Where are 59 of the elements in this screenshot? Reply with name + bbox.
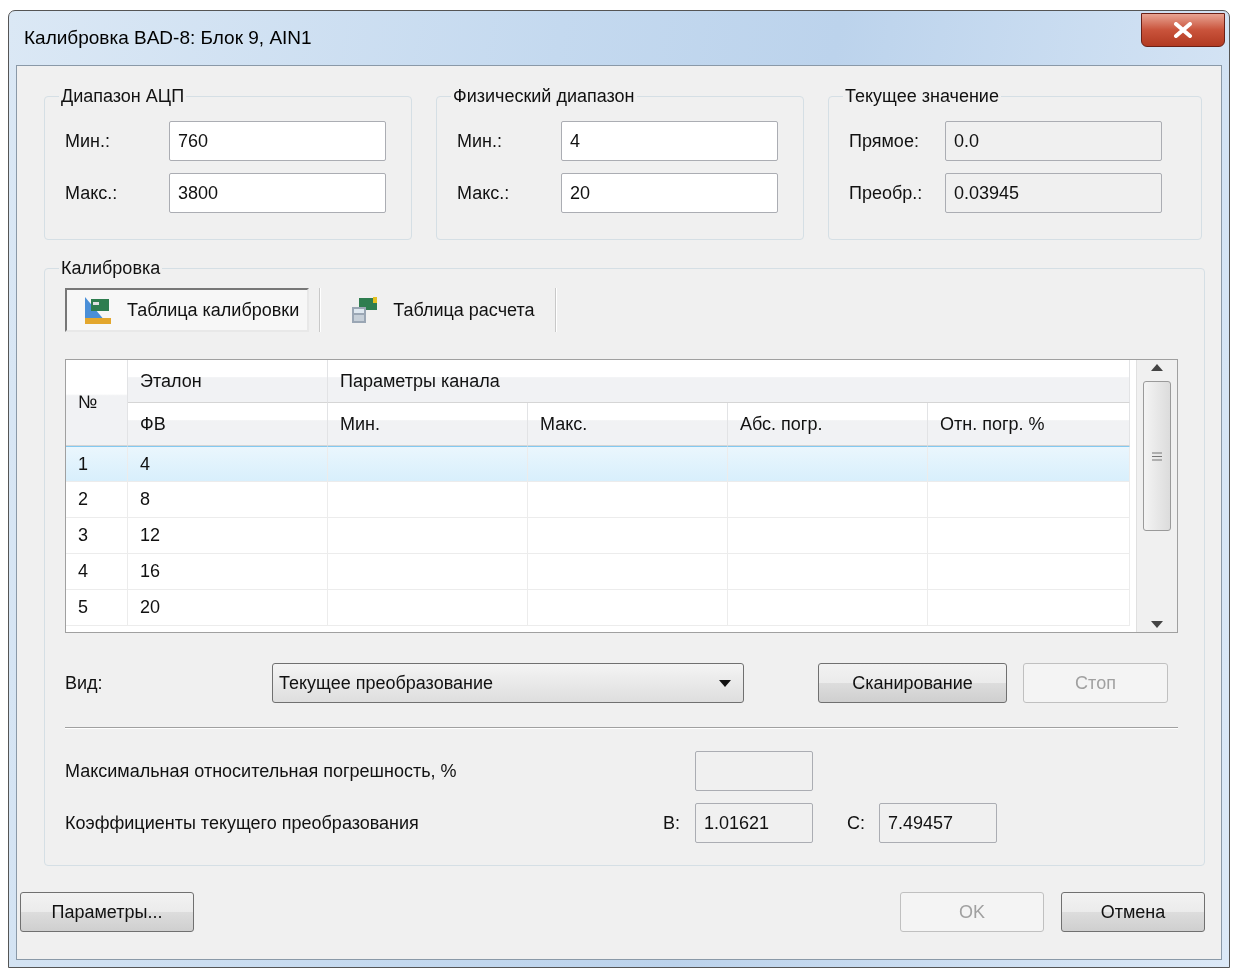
- group-title: Физический диапазон: [452, 86, 636, 107]
- calculator-board-icon: [349, 295, 380, 325]
- input-field[interactable]: 3800: [169, 173, 386, 213]
- input-field[interactable]: 760: [169, 121, 386, 161]
- coefficient-label: B:: [663, 812, 681, 834]
- scroll-up-arrow-icon[interactable]: [1151, 364, 1163, 371]
- view-dropdown[interactable]: Текущее преобразование: [272, 663, 744, 703]
- column-header[interactable]: ФВ: [128, 403, 328, 446]
- field-label: Мин.:: [457, 130, 503, 152]
- tab[interactable]: Таблица расчета: [331, 288, 545, 332]
- group-title: Калибровка: [60, 258, 162, 279]
- column-header[interactable]: Отн. погр. %: [928, 403, 1130, 446]
- table-cell: 2: [66, 482, 128, 518]
- column-header[interactable]: Макс.: [528, 403, 728, 446]
- group-title: Диапазон АЦП: [60, 86, 186, 107]
- field-label: Макс.:: [457, 182, 511, 204]
- close-icon: [1173, 22, 1193, 38]
- cancel-button[interactable]: Отмена: [1061, 892, 1205, 932]
- group-title: Текущее значение: [844, 86, 1000, 107]
- table-cell: 1: [66, 446, 128, 482]
- input-field[interactable]: 0.0: [945, 121, 1162, 161]
- tab[interactable]: Таблица калибровки: [65, 288, 310, 332]
- window-title: Калибровка BAD-8: Блок 9, AIN1: [24, 27, 312, 49]
- coefficients-label: Коэффициенты текущего преобразования: [65, 812, 420, 834]
- table-cell: 4: [128, 446, 328, 482]
- scroll-thumb[interactable]: [1143, 381, 1171, 531]
- scroll-down-arrow-icon[interactable]: [1151, 621, 1163, 628]
- parameters-button[interactable]: Параметры...: [20, 892, 194, 932]
- coefficient-field[interactable]: 7.49457: [879, 803, 997, 843]
- close-button[interactable]: [1141, 13, 1225, 47]
- field-label: Прямое:: [849, 130, 920, 152]
- table-cell: 4: [66, 554, 128, 590]
- table-cell: 12: [128, 518, 328, 554]
- field-label: Мин.:: [65, 130, 111, 152]
- input-field[interactable]: 4: [561, 121, 778, 161]
- column-header[interactable]: Абс. погр.: [728, 403, 928, 446]
- field-label: Макс.:: [65, 182, 119, 204]
- column-header[interactable]: №: [66, 360, 128, 446]
- vertical-scrollbar[interactable]: [1136, 360, 1177, 632]
- table-cell: 3: [66, 518, 128, 554]
- coefficient-label: C:: [847, 812, 866, 834]
- column-header[interactable]: Эталон: [128, 360, 328, 403]
- table-cell: 8: [128, 482, 328, 518]
- ruler-board-icon: [83, 295, 113, 325]
- column-header[interactable]: Параметры канала: [328, 360, 1130, 403]
- max-error-field[interactable]: [695, 751, 813, 791]
- input-field[interactable]: 20: [561, 173, 778, 213]
- dropdown-caret-icon: [719, 679, 731, 687]
- table-cell: 16: [128, 554, 328, 590]
- field-label: Преобр.:: [849, 182, 924, 204]
- view-label: Вид:: [65, 672, 104, 694]
- column-header[interactable]: Мин.: [328, 403, 528, 446]
- scan-button[interactable]: Сканирование: [818, 663, 1007, 703]
- input-field[interactable]: 0.03945: [945, 173, 1162, 213]
- coefficient-field[interactable]: 1.01621: [695, 803, 813, 843]
- max-error-label: Максимальная относительная погрешность, %: [65, 760, 458, 782]
- table-cell: 5: [66, 590, 128, 626]
- grip-icon: [1152, 451, 1162, 461]
- table-cell: 20: [128, 590, 328, 626]
